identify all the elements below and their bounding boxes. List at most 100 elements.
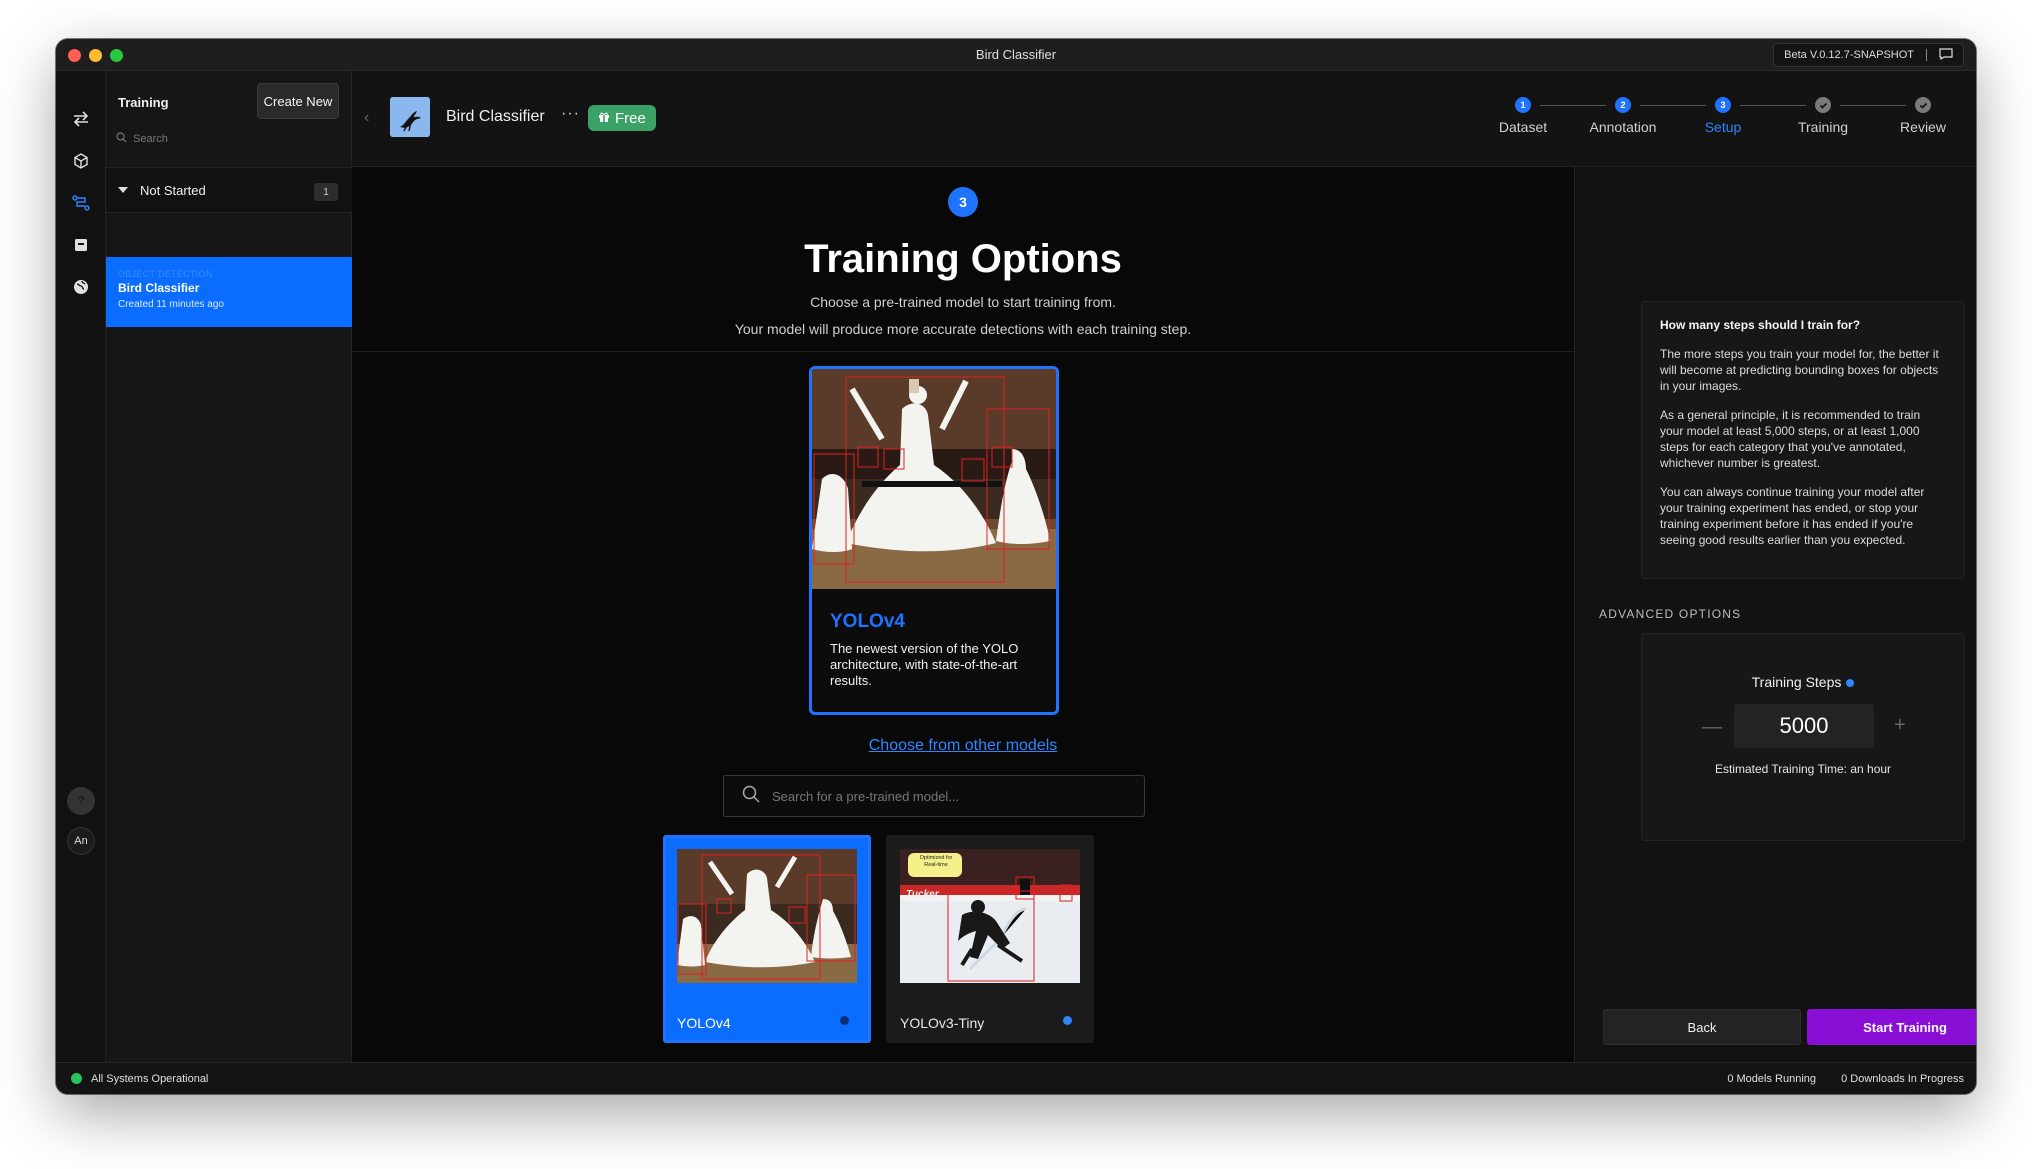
step-annotation[interactable]: 2 Annotation [1573,91,1673,135]
model-card-yolov3-tiny[interactable]: Tucker Optimized for Real-time YOLOv3-Ti… [886,835,1094,1043]
steps-help-card: How many steps should I train for? The m… [1641,301,1965,579]
sidebar-title: Training [118,95,169,110]
version-badge: Beta V.0.12.7-SNAPSHOT [1773,43,1964,67]
sidebar-item-bird-classifier[interactable]: OBJECT DETECTION Bird Classifier Created… [106,257,352,327]
model-search-box[interactable]: Search for a pre-trained model... [723,775,1145,817]
item-type-tag: OBJECT DETECTION [118,269,213,279]
downloads-status: 0 Downloads In Progress [1841,1073,1964,1085]
help-title: How many steps should I train for? [1660,318,1861,332]
status-ok-icon [71,1073,82,1084]
step-number: 2 [1615,97,1631,113]
step-number: 3 [1715,97,1731,113]
step-label: Setup [1704,119,1742,135]
model-card-name: YOLOv4 [677,1015,731,1031]
globe-icon[interactable] [69,275,93,299]
chevron-left-icon[interactable]: ‹ [364,109,369,127]
help-button[interactable]: ? [67,787,95,815]
step-dataset[interactable]: 1 Dataset [1473,91,1573,135]
project-name: Bird Classifier [446,108,545,125]
create-new-button[interactable]: Create New [257,83,339,119]
advanced-options-heading: ADVANCED OPTIONS [1599,607,1742,621]
featured-model-card[interactable]: YOLOv4 The newest version of the YOLO ar… [809,366,1059,715]
icon-rail: ? An [56,71,106,1062]
info-icon[interactable] [840,1016,849,1025]
cube-icon[interactable] [69,149,93,173]
item-name: Bird Classifier [118,281,200,295]
help-paragraph: The more steps you train your model for,… [1660,347,1939,393]
training-steps-label: Training Steps [1642,674,1964,690]
training-icon[interactable] [69,191,93,215]
project-header: ‹ Bird Classifier ··· Free 1 Dataset 2 A… [352,71,1976,167]
realtime-tag-label: Optimized for Real-time [919,855,953,868]
step-label: Training [1797,119,1849,135]
group-label: Not Started [140,182,206,198]
sidebar-search[interactable]: Search [116,127,336,151]
title-bar: Bird Classifier Beta V.0.12.7-SNAPSHOT [56,39,1976,71]
app-window: Bird Classifier Beta V.0.12.7-SNAPSHOT ? [56,39,1976,1094]
training-options-panel: 3 Training Options Choose a pre-trained … [352,167,1574,1062]
featured-model-description: The newest version of the YOLO architect… [830,641,1019,688]
models-running-status: 0 Models Running [1727,1073,1816,1085]
sidebar-search-input[interactable]: Search [133,133,168,145]
estimated-training-time: Estimated Training Time: an hour [1714,762,1892,776]
archive-icon[interactable] [69,233,93,257]
model-card-yolov4[interactable]: YOLOv4 [663,835,871,1043]
chevron-down-icon [118,187,128,193]
project-thumbnail [390,97,430,137]
version-text: Beta V.0.12.7-SNAPSHOT [1784,49,1914,61]
step-indicator: 3 [948,187,978,217]
model-search-input[interactable]: Search for a pre-trained model... [772,789,959,804]
gift-icon [598,110,610,127]
page-title: Training Options [804,237,1122,281]
group-count-badge: 1 [314,183,338,201]
info-icon[interactable] [1846,679,1855,688]
step-setup[interactable]: 3 Setup [1673,91,1773,135]
more-icon[interactable]: ··· [561,105,580,123]
model-thumbnail-image [677,849,857,983]
version-separator [1926,49,1927,61]
step-label: Review [1900,119,1946,135]
check-icon [1815,97,1831,113]
avatar[interactable]: An [67,827,95,855]
step-label: Dataset [1498,119,1548,135]
search-icon [116,132,127,146]
model-card-name: YOLOv3-Tiny [900,1015,985,1031]
training-steps-card: Training Steps — 5000 + Estimated Traini… [1641,633,1965,841]
help-paragraph: As a general principle, it is recommende… [1660,408,1921,470]
window-title: Bird Classifier [975,47,1057,62]
step-review[interactable]: Review [1873,91,1973,135]
progress-stepper: 1 Dataset 2 Annotation 3 Setup Training [1472,91,1972,151]
group-not-started[interactable]: Not Started 1 [106,167,352,213]
step-number: 1 [1515,97,1531,113]
divider [352,351,1574,352]
avatar-initials: An [74,835,88,847]
info-icon[interactable] [1063,1016,1072,1025]
training-steps-input[interactable]: 5000 [1734,704,1874,748]
check-icon [1915,97,1931,113]
choose-other-models-link[interactable]: Choose from other models [352,737,1574,755]
swap-icon[interactable] [69,107,93,131]
featured-model-name: YOLOv4 [830,611,905,632]
model-preview-image [812,369,1056,589]
increment-steps-button[interactable]: + [1894,714,1906,737]
step-training[interactable]: Training [1773,91,1873,135]
step-label: Annotation [1589,119,1657,135]
sidebar: Training Create New Search Not Started 1… [106,71,352,1062]
plan-badge-label: Free [615,109,646,127]
feedback-icon[interactable] [1939,47,1953,63]
status-bar: All Systems Operational 0 Models Running… [56,1062,1976,1094]
page-subtitle-2: Your model will produce more accurate de… [734,321,1192,337]
back-button[interactable]: Back [1603,1009,1801,1045]
help-icon: ? [77,795,85,807]
page-subtitle: Choose a pre-trained model to start trai… [810,294,1116,310]
training-steps-text: Training Steps [1751,674,1842,690]
start-training-button[interactable]: Start Training [1807,1009,1976,1045]
plan-badge: Free [588,105,656,131]
item-created: Created 11 minutes ago [118,299,224,310]
help-paragraph: You can always continue training your mo… [1660,485,1925,547]
decrement-steps-button[interactable]: — [1702,716,1722,739]
system-status: All Systems Operational [91,1073,209,1085]
svg-text:Tucker: Tucker [906,889,940,900]
search-icon [742,785,760,808]
settings-panel: How many steps should I train for? The m… [1574,167,1976,1062]
